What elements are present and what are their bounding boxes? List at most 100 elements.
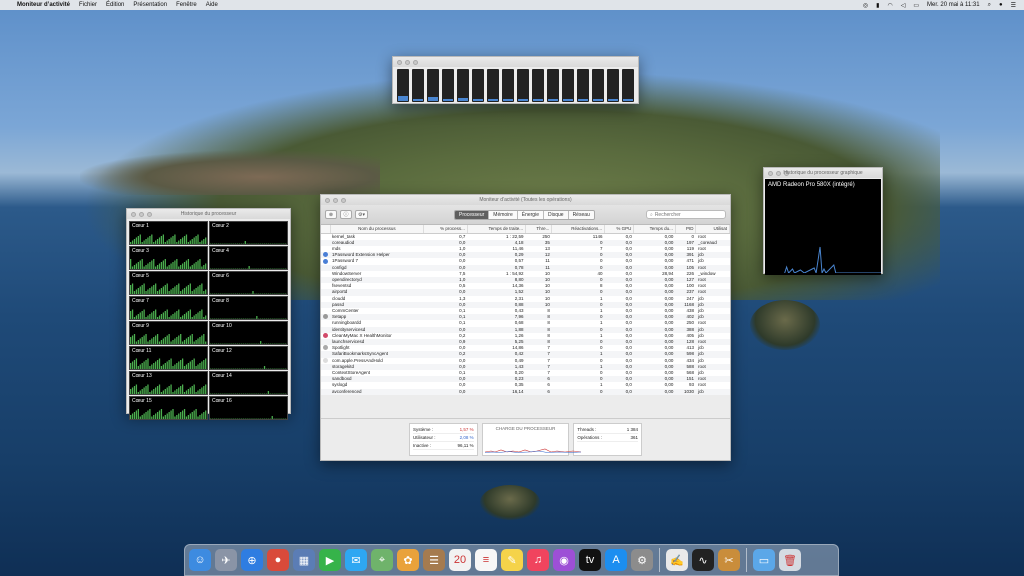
core-history-sample — [189, 240, 191, 244]
tab-disque[interactable]: Disque — [543, 210, 569, 219]
column-header[interactable]: % GPU — [604, 225, 635, 234]
minimize-button[interactable] — [333, 197, 338, 203]
photos-icon[interactable]: ✿ — [397, 549, 419, 571]
column-header[interactable]: Utilisat — [695, 225, 730, 234]
tab-energie[interactable]: Énergie — [517, 210, 544, 219]
search-field[interactable]: ⌕ — [646, 210, 726, 219]
core-history-sample — [130, 285, 132, 294]
menu-presentation[interactable]: Présentation — [133, 2, 167, 8]
maps-icon[interactable]: ⌖ — [371, 549, 393, 571]
core-history-sample — [252, 291, 254, 294]
column-header[interactable]: Nom du processus — [330, 225, 425, 234]
system-preferences-icon[interactable]: ⚙ — [631, 549, 653, 571]
activity-monitor-icon[interactable]: ∿ — [692, 549, 714, 571]
minimize-button[interactable] — [405, 59, 410, 65]
core-history-sample — [201, 309, 203, 319]
stop-process-button[interactable]: ⊗ — [325, 210, 337, 219]
volume-icon[interactable]: ◁ — [901, 2, 906, 9]
zoom-button[interactable] — [341, 197, 346, 203]
notes-icon[interactable]: ✎ — [501, 549, 523, 571]
user-icon[interactable]: ● — [999, 2, 1003, 8]
activity-monitor-titlebar[interactable]: Moniteur d’activité (Toutes les opératio… — [321, 195, 730, 205]
messages-icon[interactable]: ✉ — [345, 549, 367, 571]
menu-edition[interactable]: Édition — [106, 2, 124, 8]
close-button[interactable] — [397, 59, 402, 65]
column-header[interactable]: Thre... — [525, 225, 553, 234]
music-icon[interactable]: ♫ — [527, 549, 549, 571]
zoom-button[interactable] — [784, 170, 789, 176]
core-history-sample — [166, 240, 168, 244]
menu-aide[interactable]: Aide — [206, 2, 218, 8]
close-button[interactable] — [768, 170, 773, 176]
actions-menu-button[interactable]: ⚙▾ — [355, 210, 368, 219]
minimize-button[interactable] — [139, 211, 144, 217]
core-history-sample — [183, 288, 186, 294]
zoom-button[interactable] — [147, 211, 152, 217]
core-history-graph — [130, 384, 207, 394]
core-history-sample — [187, 242, 190, 244]
notification-center-icon[interactable]: ☰ — [1011, 2, 1016, 9]
table-row[interactable]: avconferenced 0,0 16,14 6 0 0,0 0,00 1030 jcb — [321, 388, 730, 395]
script-editor-icon[interactable]: ✂ — [718, 549, 740, 571]
finder-icon[interactable]: ☺ — [189, 549, 211, 571]
core-history-grid: Cœur 1 Cœur 2 Cœur 3 Cœur 4 Cœur 5 Cœur 6 Cœur… — [127, 219, 290, 422]
summary-label: Utilisateur : — [413, 435, 436, 440]
chrome-icon[interactable]: ● — [267, 549, 289, 571]
core-history-sample — [131, 309, 134, 319]
close-button[interactable] — [131, 211, 136, 217]
textedit-icon[interactable]: ✍ — [666, 549, 688, 571]
core-history-sample — [153, 337, 155, 344]
contacts-icon[interactable]: ☰ — [423, 549, 445, 571]
menu-fichier[interactable]: Fichier — [79, 2, 97, 8]
app-store-icon[interactable]: A — [605, 549, 627, 571]
column-header[interactable]: Temps de traite... — [467, 225, 526, 234]
table-row[interactable]: kernel_task 0,7 1 : 22,59 250 1146 0,0 0,00 0 ro… — [321, 233, 730, 240]
creative-cloud-icon[interactable]: ◎ — [863, 2, 868, 9]
search-icon[interactable]: ⌕ — [988, 2, 991, 9]
summary-label: Opérations : — [577, 435, 602, 440]
tab-memoire[interactable]: Mémoire — [489, 210, 518, 219]
facetime-icon[interactable]: ▶ — [319, 549, 341, 571]
column-header[interactable]: % process... — [423, 225, 468, 234]
close-button[interactable] — [325, 197, 330, 203]
cpu-monitor-icon[interactable]: ▮ — [876, 2, 879, 9]
process-icon-cell — [321, 388, 330, 395]
wifi-icon[interactable]: ◠ — [887, 2, 892, 9]
column-header[interactable]: Temps du... — [633, 225, 676, 234]
downloads-folder-icon[interactable]: ▭ — [753, 549, 775, 571]
calendar-icon[interactable]: 20 — [449, 549, 471, 571]
cpu-summary-footer: Système : 1,57 % Utilisateur : 2,08 % Inacti… — [321, 418, 730, 460]
launchpad-icon[interactable]: ✈ — [215, 549, 237, 571]
core-history-sample — [170, 263, 172, 269]
gpu-history-titlebar[interactable]: Historique du processeur graphique — [764, 168, 882, 178]
threads-summary: Threads : 1 384 Opérations : 361 — [573, 423, 642, 456]
minimize-button[interactable] — [776, 170, 781, 176]
cpu-history-titlebar[interactable]: Historique du processeur — [127, 209, 290, 219]
core-history-sample — [168, 291, 170, 294]
reminders-icon[interactable]: ≡ — [475, 549, 497, 571]
core-history-sample — [197, 364, 199, 369]
column-header[interactable]: Réactivations... — [551, 225, 605, 234]
preview-icon[interactable]: ▦ — [293, 549, 315, 571]
menu-fenetre[interactable]: Fenêtre — [176, 2, 197, 8]
menu-clock[interactable]: Mer. 20 mai à 11:31 — [927, 2, 980, 8]
podcasts-icon[interactable]: ◉ — [553, 549, 575, 571]
core-history-graph — [210, 391, 287, 394]
core-history-sample — [162, 390, 165, 394]
zoom-button[interactable] — [413, 59, 418, 65]
cpu-core-bar — [517, 69, 529, 102]
trash-icon[interactable]: 🗑 — [779, 549, 801, 571]
inspect-process-button[interactable]: ⓘ — [340, 210, 352, 219]
tab-reseau[interactable]: Réseau — [568, 210, 594, 219]
core-history-sample — [147, 237, 149, 244]
tab-processeur[interactable]: Processeur — [455, 210, 490, 219]
cpu-floating-titlebar[interactable] — [393, 57, 638, 67]
tv-icon[interactable]: tv — [579, 549, 601, 571]
search-input[interactable] — [654, 211, 719, 218]
menu-app-name[interactable]: Moniteur d’activité — [17, 2, 70, 8]
column-header[interactable]: PID — [675, 225, 697, 234]
safari-icon[interactable]: ⊕ — [241, 549, 263, 571]
core-history-sample — [160, 262, 163, 269]
core-history-sample — [178, 361, 180, 369]
battery-icon[interactable]: ▭ — [913, 2, 919, 9]
